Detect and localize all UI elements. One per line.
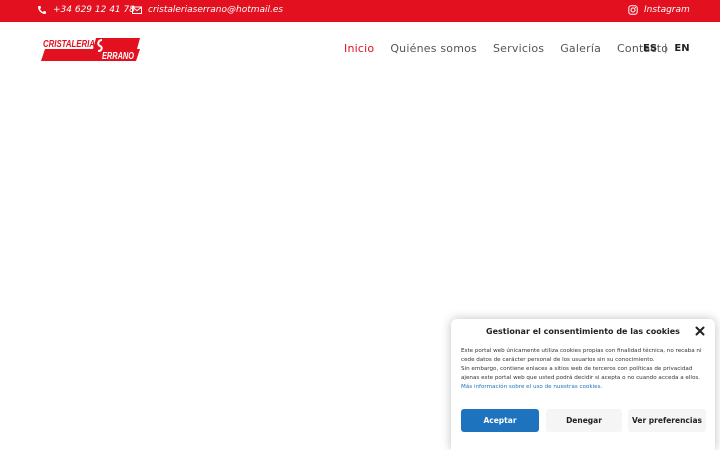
nav-item-galeria[interactable]: Galería — [560, 42, 601, 55]
consent-title: Gestionar el consentimiento de las cooki… — [486, 327, 680, 336]
consent-message: Este portal web únicamente utiliza cooki… — [461, 347, 709, 392]
email-address: cristaleriaserrano@hotmail.es — [148, 5, 284, 15]
consent-text-2: Sin embargo, contiene enlaces a sitios w… — [461, 366, 701, 381]
close-icon[interactable] — [695, 326, 705, 336]
envelope-icon — [132, 6, 142, 14]
view-preferences-button[interactable]: Ver preferencias — [628, 409, 706, 432]
main-nav: Inicio Quiénes somos Servicios Galería C… — [344, 42, 668, 55]
phone-icon — [38, 6, 46, 14]
phone-contact[interactable]: +34 629 12 41 78 — [37, 5, 135, 15]
nav-item-servicios[interactable]: Servicios — [493, 42, 544, 55]
consent-text-1: Este portal web únicamente utiliza cooki… — [461, 348, 702, 363]
instagram-label: Instagram — [644, 5, 690, 15]
phone-number: +34 629 12 41 78 — [53, 5, 135, 15]
nav-item-inicio[interactable]: Inicio — [344, 42, 374, 55]
site-logo[interactable]: CRISTALERIA ERRANO — [40, 36, 140, 62]
lang-en[interactable]: EN — [674, 43, 689, 54]
site-header: CRISTALERIA ERRANO Inicio Quiénes somos … — [0, 22, 720, 78]
lang-es[interactable]: ES — [643, 43, 657, 54]
top-contact-bar: +34 629 12 41 78 cristaleriaserrano@hotm… — [0, 0, 720, 22]
cookie-policy-link[interactable]: Más información sobre el uso de nuestras… — [461, 383, 709, 392]
svg-text:ERRANO: ERRANO — [102, 50, 134, 62]
instagram-link[interactable]: Instagram — [628, 5, 690, 15]
email-contact[interactable]: cristaleriaserrano@hotmail.es — [132, 5, 283, 15]
deny-button[interactable]: Denegar — [546, 409, 622, 432]
accept-button[interactable]: Aceptar — [461, 409, 539, 432]
instagram-icon — [628, 5, 638, 15]
language-switcher: ES | EN — [643, 43, 690, 54]
lang-separator: | — [664, 43, 668, 54]
nav-item-quienes-somos[interactable]: Quiénes somos — [390, 42, 477, 55]
cookie-consent-banner: Gestionar el consentimiento de las cooki… — [451, 319, 715, 450]
svg-text:CRISTALERIA: CRISTALERIA — [43, 38, 95, 50]
